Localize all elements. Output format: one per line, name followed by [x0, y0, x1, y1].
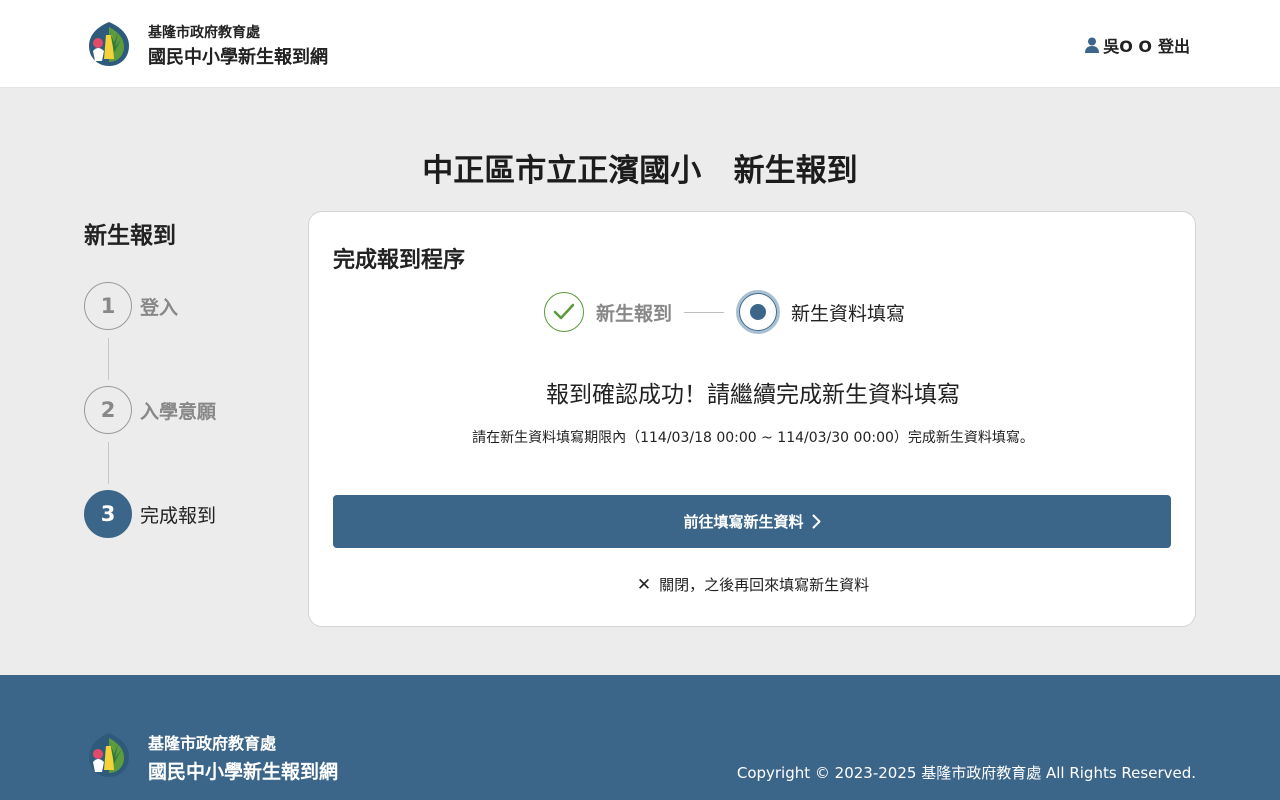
- user-menu: 吳O O 登出: [1085, 33, 1190, 57]
- progress-step-label: 新生資料填寫: [791, 302, 906, 325]
- period-message: 請在新生資料填寫期限內（114/03/18 00:00 ~ 114/03/30 …: [472, 430, 1034, 446]
- sidebar-title: 新生報到: [84, 223, 176, 249]
- footer-agency-name: 基隆市政府教育處: [148, 734, 277, 753]
- site-logo-icon[interactable]: [88, 21, 130, 67]
- chevron-right-icon: [812, 514, 820, 529]
- progress-step-label: 新生報到: [596, 302, 673, 325]
- step-connector: [108, 338, 109, 380]
- header-agency-name: 基隆市政府教育處: [148, 25, 260, 41]
- current-step-ring: [739, 293, 778, 331]
- step-label: 登入: [140, 296, 179, 319]
- page-title: 中正區市立正濱國小 新生報到: [422, 153, 858, 189]
- site-header: 基隆市政府教育處 國民中小學新生報到網 吳O O 登出: [0, 0, 1280, 88]
- user-icon: [1085, 37, 1100, 53]
- progress-step-done: [544, 292, 584, 332]
- header-site-name[interactable]: 國民中小學新生報到網: [148, 43, 328, 69]
- go-fill-data-label: 前往填寫新生資料: [683, 514, 804, 531]
- go-fill-data-button[interactable]: 前往填寫新生資料: [333, 495, 1171, 548]
- current-dot-icon: [750, 304, 767, 320]
- card-title: 完成報到程序: [333, 248, 466, 273]
- user-name: 吳O O: [1103, 37, 1152, 56]
- close-icon: ✕: [636, 574, 652, 595]
- footer-site-name: 國民中小學新生報到網: [148, 761, 339, 783]
- success-message: 報到確認成功！請繼續完成新生資料填寫: [546, 382, 960, 408]
- site-footer: 基隆市政府教育處 國民中小學新生報到網 Copyright © 2023-202…: [0, 675, 1280, 800]
- progress-indicator: 新生報到 新生資料填寫: [544, 290, 905, 334]
- step-number-badge: 3: [84, 490, 132, 538]
- copyright-text: Copyright © 2023-2025 基隆市政府教育處 All Right…: [736, 764, 1196, 782]
- progress-connector: [684, 311, 725, 313]
- close-later-link[interactable]: ✕ 關閉，之後再回來填寫新生資料: [309, 574, 1197, 595]
- step-label: 完成報到: [140, 504, 217, 527]
- step-number-badge: 1: [84, 282, 132, 330]
- step-intent: 2 入學意願: [84, 386, 284, 434]
- step-complete: 3 完成報到: [84, 490, 284, 538]
- close-later-label: 關閉，之後再回來填寫新生資料: [659, 576, 870, 594]
- step-label: 入學意願: [140, 400, 217, 423]
- check-icon: [553, 303, 575, 320]
- completion-card: 完成報到程序 新生報到 新生資料填寫 報到確認成功！請繼續完成新生資料填寫 請在…: [308, 211, 1196, 627]
- step-connector: [108, 442, 109, 484]
- step-login: 1 登入: [84, 282, 284, 330]
- progress-step-current: [736, 290, 781, 334]
- logout-link[interactable]: 登出: [1158, 33, 1190, 57]
- footer-logo-icon: [89, 733, 129, 777]
- step-number-badge: 2: [84, 386, 132, 434]
